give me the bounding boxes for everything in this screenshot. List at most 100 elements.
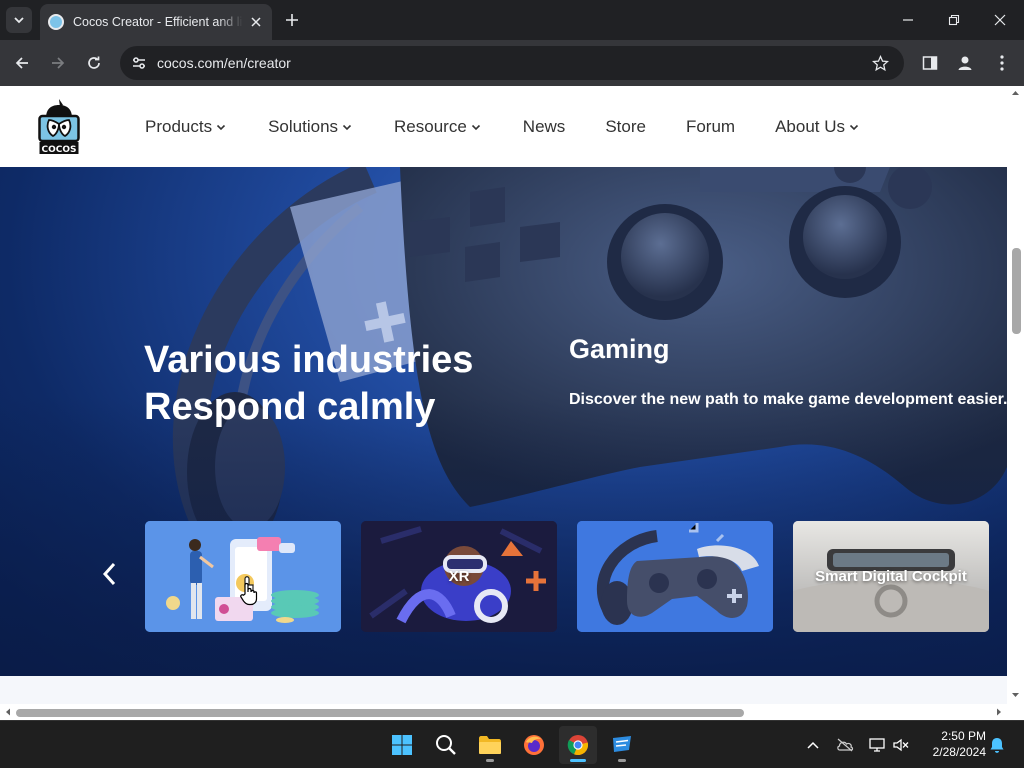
nav-label: News: [522, 117, 566, 136]
nav-label: About Us: [775, 117, 846, 136]
vertical-scrollbar[interactable]: [1007, 86, 1024, 704]
network-icon: [869, 738, 885, 752]
firefox-icon: [524, 735, 544, 755]
taskbar-file-explorer[interactable]: [471, 726, 509, 764]
web-page: COCOS Products Solutions Resource News S…: [0, 86, 1007, 704]
cocos-logo[interactable]: COCOS: [38, 96, 80, 156]
chrome-menu-button[interactable]: [988, 49, 1016, 77]
scroll-down-arrow-icon[interactable]: [1007, 688, 1024, 702]
nav-products[interactable]: Products: [145, 117, 226, 137]
nav-label: Products: [145, 117, 213, 136]
category-title: Gaming: [569, 334, 670, 364]
bell-icon: [990, 737, 1004, 753]
industry-card-smart-cockpit[interactable]: Smart Digital Cockpit: [793, 521, 989, 632]
taskbar-firefox[interactable]: [515, 726, 553, 764]
arrow-left-icon: [15, 57, 28, 69]
card-label: Smart Digital Cockpit: [815, 568, 967, 585]
hero-title: Various industries Respond calmly: [144, 337, 564, 431]
speaker-muted-icon: [893, 738, 909, 752]
tune-icon: [133, 57, 145, 69]
chevron-left-icon: [102, 562, 116, 586]
gaming-illustration: [577, 521, 773, 632]
page-viewport: COCOS Products Solutions Resource News S…: [0, 86, 1024, 720]
cocos-favicon-icon: [48, 14, 64, 30]
vertical-scroll-thumb[interactable]: [1012, 248, 1021, 334]
start-button[interactable]: [383, 726, 421, 764]
reload-button[interactable]: [80, 49, 108, 77]
side-panel-button[interactable]: [916, 49, 944, 77]
nav-resource[interactable]: Resource: [394, 117, 481, 137]
chevron-down-icon: [14, 17, 24, 24]
address-bar[interactable]: cocos.com/en/creator: [120, 46, 904, 80]
main-nav: Products Solutions Resource News Store F…: [145, 114, 859, 140]
profile-button[interactable]: [951, 49, 979, 77]
hand-cursor-icon: [240, 582, 258, 606]
scroll-up-arrow-icon[interactable]: [1007, 86, 1024, 100]
bookmark-button[interactable]: [870, 53, 890, 73]
nav-forum[interactable]: Forum: [686, 117, 735, 137]
nav-label: Resource: [394, 117, 467, 136]
chevron-up-icon: [807, 741, 819, 749]
nav-news[interactable]: News: [523, 117, 566, 137]
windows-logo-icon: [392, 735, 412, 755]
site-info-button[interactable]: [124, 48, 154, 78]
windows-taskbar: 2:50 PM 2/28/2024: [0, 720, 1024, 768]
arrow-right-icon: [52, 57, 65, 69]
chrome-icon: [567, 735, 589, 756]
taskbar-search-button[interactable]: [427, 726, 465, 764]
restore-icon: [948, 14, 960, 26]
nav-label: Solutions: [268, 117, 339, 136]
browser-tab-active[interactable]: Cocos Creator - Efficient and lightweigh…: [40, 4, 272, 40]
cocos-dashboard-icon: [613, 736, 631, 752]
browser-toolbar: cocos.com/en/creator: [0, 40, 1024, 86]
clock-date: 2/28/2024: [932, 745, 986, 759]
nav-about-us[interactable]: About Us: [775, 117, 859, 137]
notifications-button[interactable]: [986, 734, 1008, 756]
industry-card-finance[interactable]: [145, 521, 341, 632]
side-panel-icon: [922, 56, 938, 70]
close-icon: [251, 17, 261, 27]
carousel-prev-button[interactable]: [96, 559, 122, 589]
scroll-left-arrow-icon[interactable]: [1, 704, 15, 720]
onedrive-tray-icon[interactable]: [834, 734, 856, 756]
folder-icon: [479, 736, 501, 754]
back-button[interactable]: [8, 49, 36, 77]
search-icon: [436, 735, 456, 755]
horizontal-scroll-thumb[interactable]: [16, 709, 744, 717]
url-text[interactable]: cocos.com/en/creator: [157, 55, 291, 71]
restore-button[interactable]: [936, 6, 972, 34]
more-vertical-icon: [1000, 55, 1004, 71]
reload-icon: [88, 56, 100, 69]
person-icon: [958, 56, 972, 70]
forward-button[interactable]: [44, 49, 72, 77]
close-icon: [994, 14, 1006, 26]
chevron-down-icon: [849, 124, 859, 131]
finance-illustration: [145, 521, 341, 632]
taskbar-app-cocos[interactable]: [603, 726, 641, 764]
network-tray-icon[interactable]: [866, 734, 888, 756]
industry-card-gaming[interactable]: [577, 521, 773, 632]
nav-store[interactable]: Store: [605, 117, 646, 137]
minimize-button[interactable]: [890, 6, 926, 34]
hero-title-line2: Respond calmly: [144, 386, 436, 428]
star-icon: [871, 54, 889, 71]
category-description: Discover the new path to make game devel…: [569, 391, 1007, 408]
hero-title-line1: Various industries: [144, 339, 474, 381]
industry-card-xr[interactable]: XR: [361, 521, 557, 632]
tab-close-button[interactable]: [248, 14, 264, 30]
chevron-down-icon: [342, 124, 352, 131]
taskbar-chrome[interactable]: [559, 726, 597, 764]
volume-tray-icon[interactable]: [890, 734, 912, 756]
logo-wordmark: COCOS: [42, 145, 77, 155]
new-tab-button[interactable]: [282, 10, 302, 30]
taskbar-clock[interactable]: 2:50 PM 2/28/2024: [920, 728, 986, 760]
chevron-down-icon: [471, 124, 480, 131]
close-window-button[interactable]: [982, 6, 1018, 34]
tab-search-button[interactable]: [6, 7, 32, 33]
nav-solutions[interactable]: Solutions: [268, 117, 352, 137]
horizontal-scrollbar[interactable]: [0, 704, 1024, 720]
show-hidden-icons-button[interactable]: [802, 734, 824, 756]
scroll-right-arrow-icon[interactable]: [992, 704, 1006, 720]
minimize-icon: [903, 19, 913, 21]
chevron-down-icon: [217, 124, 226, 131]
